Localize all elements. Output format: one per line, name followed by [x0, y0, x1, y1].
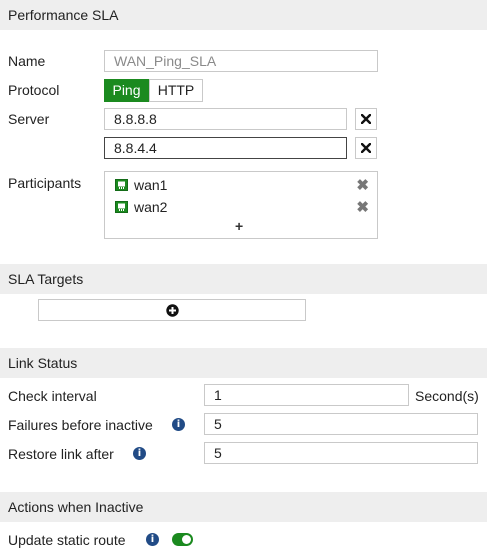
toggle-knob: [182, 535, 191, 544]
check-interval-label: Check interval: [8, 388, 97, 404]
server-input-1[interactable]: 8.8.8.8: [104, 108, 347, 130]
check-interval-unit: Second(s): [415, 388, 479, 404]
add-participant-button[interactable]: +: [235, 218, 243, 234]
info-icon[interactable]: i: [172, 418, 185, 431]
restore-link-input[interactable]: 5: [204, 442, 478, 464]
add-sla-target-button[interactable]: [38, 299, 306, 321]
failures-label: Failures before inactive: [8, 417, 153, 433]
list-item: wan2 ✖: [115, 198, 373, 216]
close-icon[interactable]: ✖: [356, 176, 369, 194]
server-input-2[interactable]: 8.8.4.4: [104, 137, 347, 159]
protocol-label: Protocol: [8, 82, 60, 98]
restore-link-label: Restore link after: [8, 446, 114, 462]
participant-name: wan2: [134, 199, 168, 215]
actions-inactive-header: Actions when Inactive: [0, 492, 487, 522]
plus-circle-icon: [165, 303, 179, 317]
server-label: Server: [8, 111, 50, 127]
remove-server-1-button[interactable]: [355, 108, 377, 130]
list-item: wan1 ✖: [115, 176, 373, 194]
protocol-ping-button[interactable]: Ping: [104, 79, 149, 102]
info-icon[interactable]: i: [146, 533, 159, 546]
update-static-route-label: Update static route: [8, 532, 126, 548]
close-icon: [361, 143, 371, 153]
update-static-route-toggle[interactable]: [172, 533, 193, 546]
link-status-header: Link Status: [0, 348, 487, 378]
name-label: Name: [8, 53, 46, 69]
interface-port-icon: [115, 201, 128, 213]
participants-label: Participants: [8, 175, 82, 191]
failures-input[interactable]: 5: [204, 413, 478, 435]
close-icon: [361, 114, 371, 124]
remove-server-2-button[interactable]: [355, 137, 377, 159]
participants-list: wan1 ✖ wan2 ✖ +: [104, 171, 378, 239]
name-input[interactable]: WAN_Ping_SLA: [104, 50, 378, 72]
info-icon[interactable]: i: [133, 447, 146, 460]
close-icon[interactable]: ✖: [356, 198, 369, 216]
interface-port-icon: [115, 179, 128, 191]
sla-targets-header: SLA Targets: [0, 264, 487, 294]
performance-sla-header: Performance SLA: [0, 0, 487, 30]
protocol-http-button[interactable]: HTTP: [149, 79, 203, 102]
participant-name: wan1: [134, 177, 168, 193]
check-interval-input[interactable]: 1: [204, 384, 409, 406]
